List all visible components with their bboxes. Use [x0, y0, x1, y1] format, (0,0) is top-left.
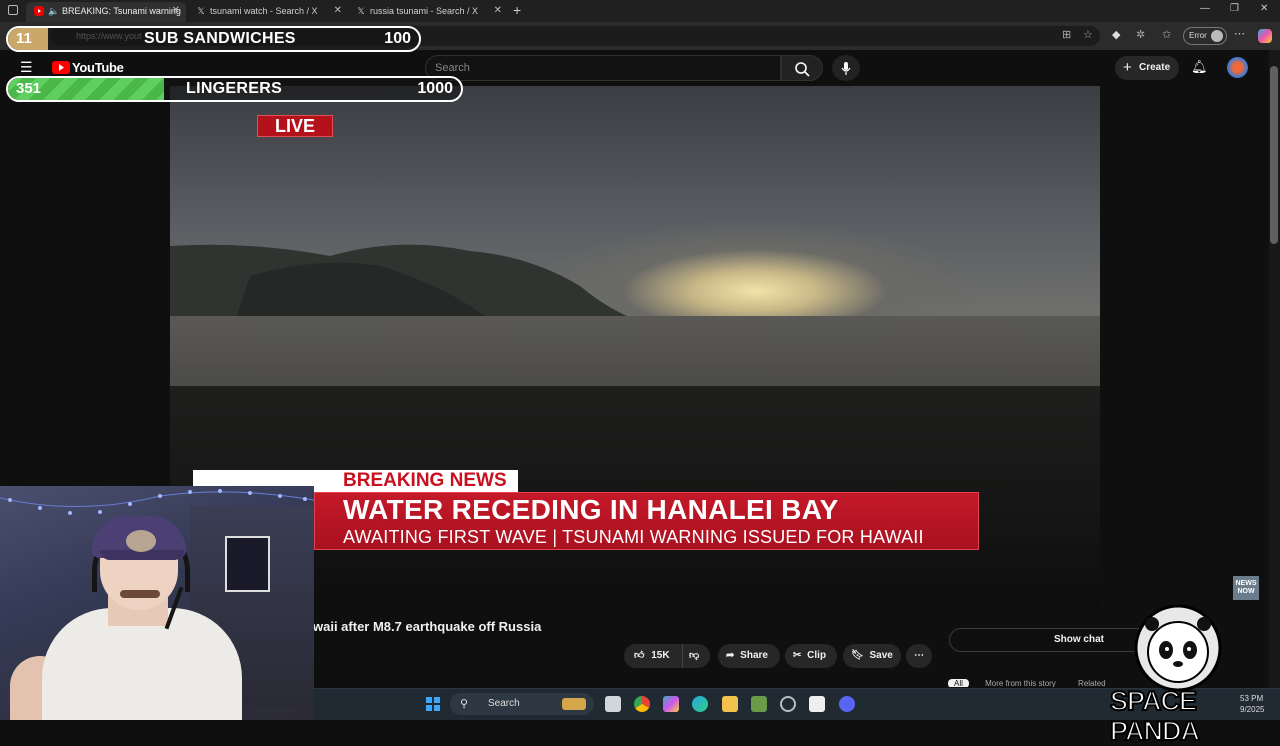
search-button[interactable]	[781, 55, 823, 81]
news-headline: WATER RECEDING IN HANALEI BAY	[343, 494, 839, 525]
goal-target: 100	[384, 30, 411, 47]
search-icon: ⚲	[460, 698, 469, 710]
like-dislike-group: 👍︎ 15K 👎︎	[624, 644, 710, 668]
webcam-feed	[0, 486, 314, 720]
copilot-icon[interactable]	[663, 696, 679, 712]
create-button[interactable]: + Create	[1115, 56, 1179, 80]
thumbs-up-icon: 👍︎	[634, 650, 645, 661]
goal-current: 351	[16, 80, 42, 97]
app-icon[interactable]	[780, 696, 796, 712]
scrollbar-thumb[interactable]	[1270, 66, 1278, 244]
hat-logo	[126, 530, 156, 552]
tab-youtube[interactable]: 🔈 BREAKING: Tsunami warning ✕	[26, 2, 186, 22]
extension-icon[interactable]: ◆	[1112, 28, 1120, 41]
file-explorer-icon[interactable]	[722, 696, 738, 712]
bookmark-icon: 🔖︎	[851, 650, 864, 661]
share-label: Share	[740, 650, 768, 661]
tab-title: tsunami watch - Search / X	[210, 6, 318, 16]
live-badge: LIVE	[257, 115, 333, 137]
profile-status-label: Error	[1189, 31, 1207, 40]
video-title: waii after M8.7 earthquake off Russia	[313, 619, 542, 634]
news-subheadline: AWAITING FIRST WAVE | TSUNAMI WARNING IS…	[343, 527, 924, 547]
close-tab-icon[interactable]: ✕	[494, 2, 502, 20]
like-count: 15K	[651, 650, 670, 661]
tab-x-search[interactable]: 𝕏 tsunami watch - Search / X ✕	[188, 2, 348, 22]
discord-icon[interactable]	[839, 696, 855, 712]
share-button[interactable]: ➦ Share	[718, 644, 780, 668]
maximize-icon[interactable]: ❐	[1230, 3, 1239, 14]
copilot-icon[interactable]	[1258, 29, 1272, 43]
goal-label: SUB SANDWICHES	[144, 30, 296, 47]
edge-icon[interactable]	[692, 696, 708, 712]
more-icon[interactable]: ⋯	[1234, 27, 1245, 40]
favorites-icon[interactable]: ☆	[1083, 28, 1093, 41]
youtube-logo-icon[interactable]	[52, 61, 70, 74]
minecraft-icon[interactable]	[751, 696, 767, 712]
close-tab-icon[interactable]: ✕	[172, 2, 180, 20]
tab-title: BREAKING: Tsunami warning	[62, 6, 181, 16]
chip-all[interactable]: All	[948, 679, 969, 687]
like-button[interactable]: 👍︎ 15K	[624, 644, 676, 668]
tab-actions-icon[interactable]	[8, 5, 18, 15]
youtube-logo[interactable]: YouTube	[72, 60, 124, 75]
account-avatar[interactable]	[1227, 57, 1248, 78]
collections-icon[interactable]: ✩	[1162, 28, 1171, 41]
chip-related[interactable]: Related	[1078, 679, 1106, 687]
extensions-icon[interactable]: ✲	[1136, 28, 1145, 41]
clip-label: Clip	[807, 650, 827, 661]
youtube-icon	[34, 6, 44, 16]
plus-icon: +	[1123, 59, 1132, 76]
save-label: Save	[869, 650, 893, 661]
network-logo: NEWS NOW	[1233, 576, 1259, 600]
goal-current: 11	[16, 30, 32, 47]
taskbar-search[interactable]: ⚲ Search	[450, 693, 594, 715]
more-icon: ⋯	[914, 650, 924, 661]
streamer-mustache	[120, 590, 160, 598]
tab-x-search[interactable]: 𝕏 russia tsunami - Search / X ✕	[348, 2, 508, 22]
search-highlight-icon	[562, 698, 586, 710]
chip-more-from-story[interactable]: More from this story	[985, 679, 1056, 687]
goal-target: 1000	[417, 80, 453, 97]
goal-bar-sub-sandwiches: 11 SUB SANDWICHES 100	[6, 26, 421, 52]
capcut-icon[interactable]	[809, 696, 825, 712]
search-input[interactable]: Search	[425, 55, 781, 81]
speaker-icon[interactable]: 🔈	[48, 2, 59, 20]
avatar	[1211, 30, 1223, 42]
menu-icon[interactable]: ☰	[20, 59, 33, 76]
notifications-bell-icon[interactable]: 🔔︎	[1191, 59, 1208, 75]
close-window-icon[interactable]: ✕	[1260, 3, 1268, 14]
tab-title: russia tsunami - Search / X	[370, 6, 479, 16]
thumbs-down-icon: 👎︎	[689, 650, 700, 661]
minimize-icon[interactable]: —	[1200, 3, 1210, 14]
browser-tab-strip: 🔈 BREAKING: Tsunami warning ✕ 𝕏 tsunami …	[0, 0, 1280, 22]
goal-bar-lingerers: 351 LINGERERS 1000	[6, 76, 463, 102]
clip-button[interactable]: ✂ Clip	[785, 644, 837, 668]
voice-search-button[interactable]	[832, 55, 860, 81]
brand-wordmark: SPACE PANDA	[1109, 685, 1201, 746]
search-icon	[795, 62, 810, 77]
save-button[interactable]: 🔖︎ Save	[843, 644, 901, 668]
taskbar-search-label: Search	[488, 698, 520, 709]
chrome-icon[interactable]	[634, 696, 650, 712]
windows-start-icon[interactable]	[426, 697, 440, 711]
x-icon: 𝕏	[197, 6, 205, 16]
create-label: Create	[1139, 62, 1171, 73]
share-icon: ➦	[726, 650, 735, 661]
scissors-icon: ✂	[793, 650, 802, 661]
background-poster	[225, 536, 270, 592]
microphone-icon	[841, 62, 851, 75]
new-tab-button[interactable]: +	[513, 2, 521, 18]
breaking-news-label: BREAKING NEWS	[343, 470, 507, 491]
dislike-button[interactable]: 👎︎	[682, 644, 710, 668]
more-actions-button[interactable]: ⋯	[906, 644, 932, 668]
close-tab-icon[interactable]: ✕	[334, 2, 342, 20]
split-screen-icon[interactable]: ⊞	[1062, 28, 1071, 41]
task-view-icon[interactable]	[605, 696, 621, 712]
goal-label: LINGERERS	[186, 80, 283, 97]
x-icon: 𝕏	[357, 6, 365, 16]
profile-status[interactable]: Error	[1183, 27, 1227, 45]
